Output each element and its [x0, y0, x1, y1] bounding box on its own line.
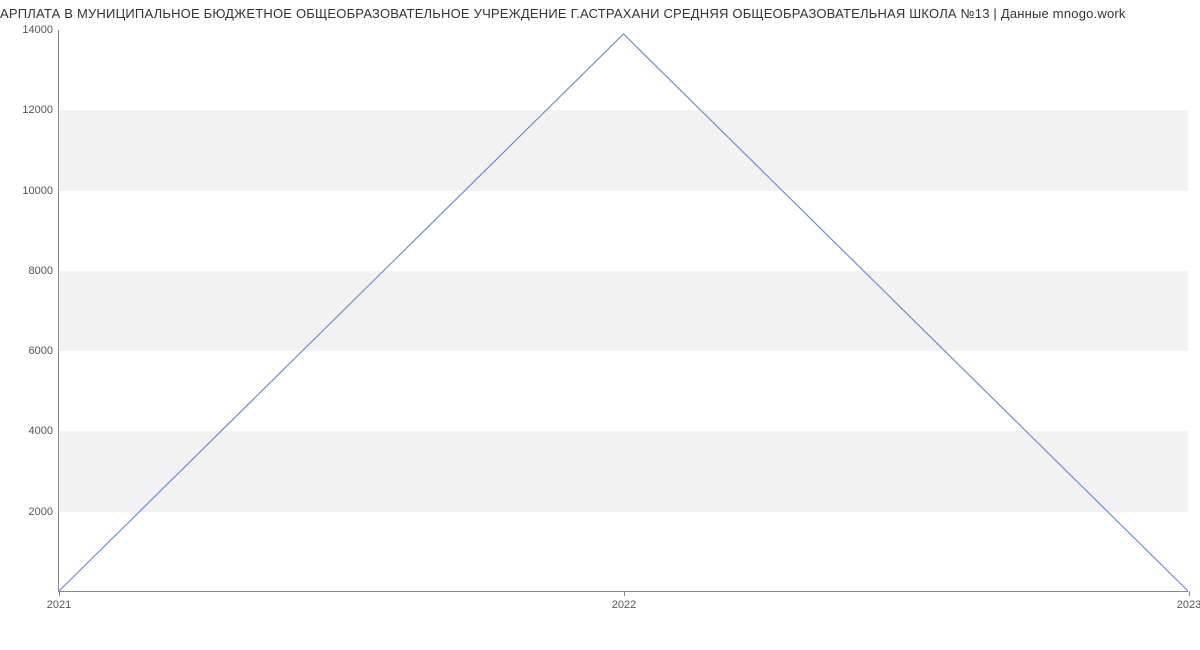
y-tick-label: 8000	[29, 265, 59, 277]
chart-container: АРПЛАТА В МУНИЦИПАЛЬНОЕ БЮДЖЕТНОЕ ОБЩЕОБ…	[0, 0, 1200, 650]
plot-area: 2000400060008000100001200014000202120222…	[58, 30, 1188, 592]
y-tick-label: 6000	[29, 345, 59, 357]
y-tick-label: 2000	[29, 506, 59, 518]
line-chart-svg	[59, 30, 1188, 591]
data-line	[59, 34, 1188, 591]
y-tick-label: 14000	[22, 24, 59, 36]
y-tick-label: 4000	[29, 425, 59, 437]
chart-title: АРПЛАТА В МУНИЦИПАЛЬНОЕ БЮДЖЕТНОЕ ОБЩЕОБ…	[0, 0, 1200, 21]
y-tick-label: 10000	[22, 185, 59, 197]
x-tick-label: 2021	[47, 591, 71, 611]
y-tick-label: 12000	[22, 104, 59, 116]
x-tick-label: 2023	[1177, 591, 1200, 611]
x-tick-label: 2022	[612, 591, 636, 611]
